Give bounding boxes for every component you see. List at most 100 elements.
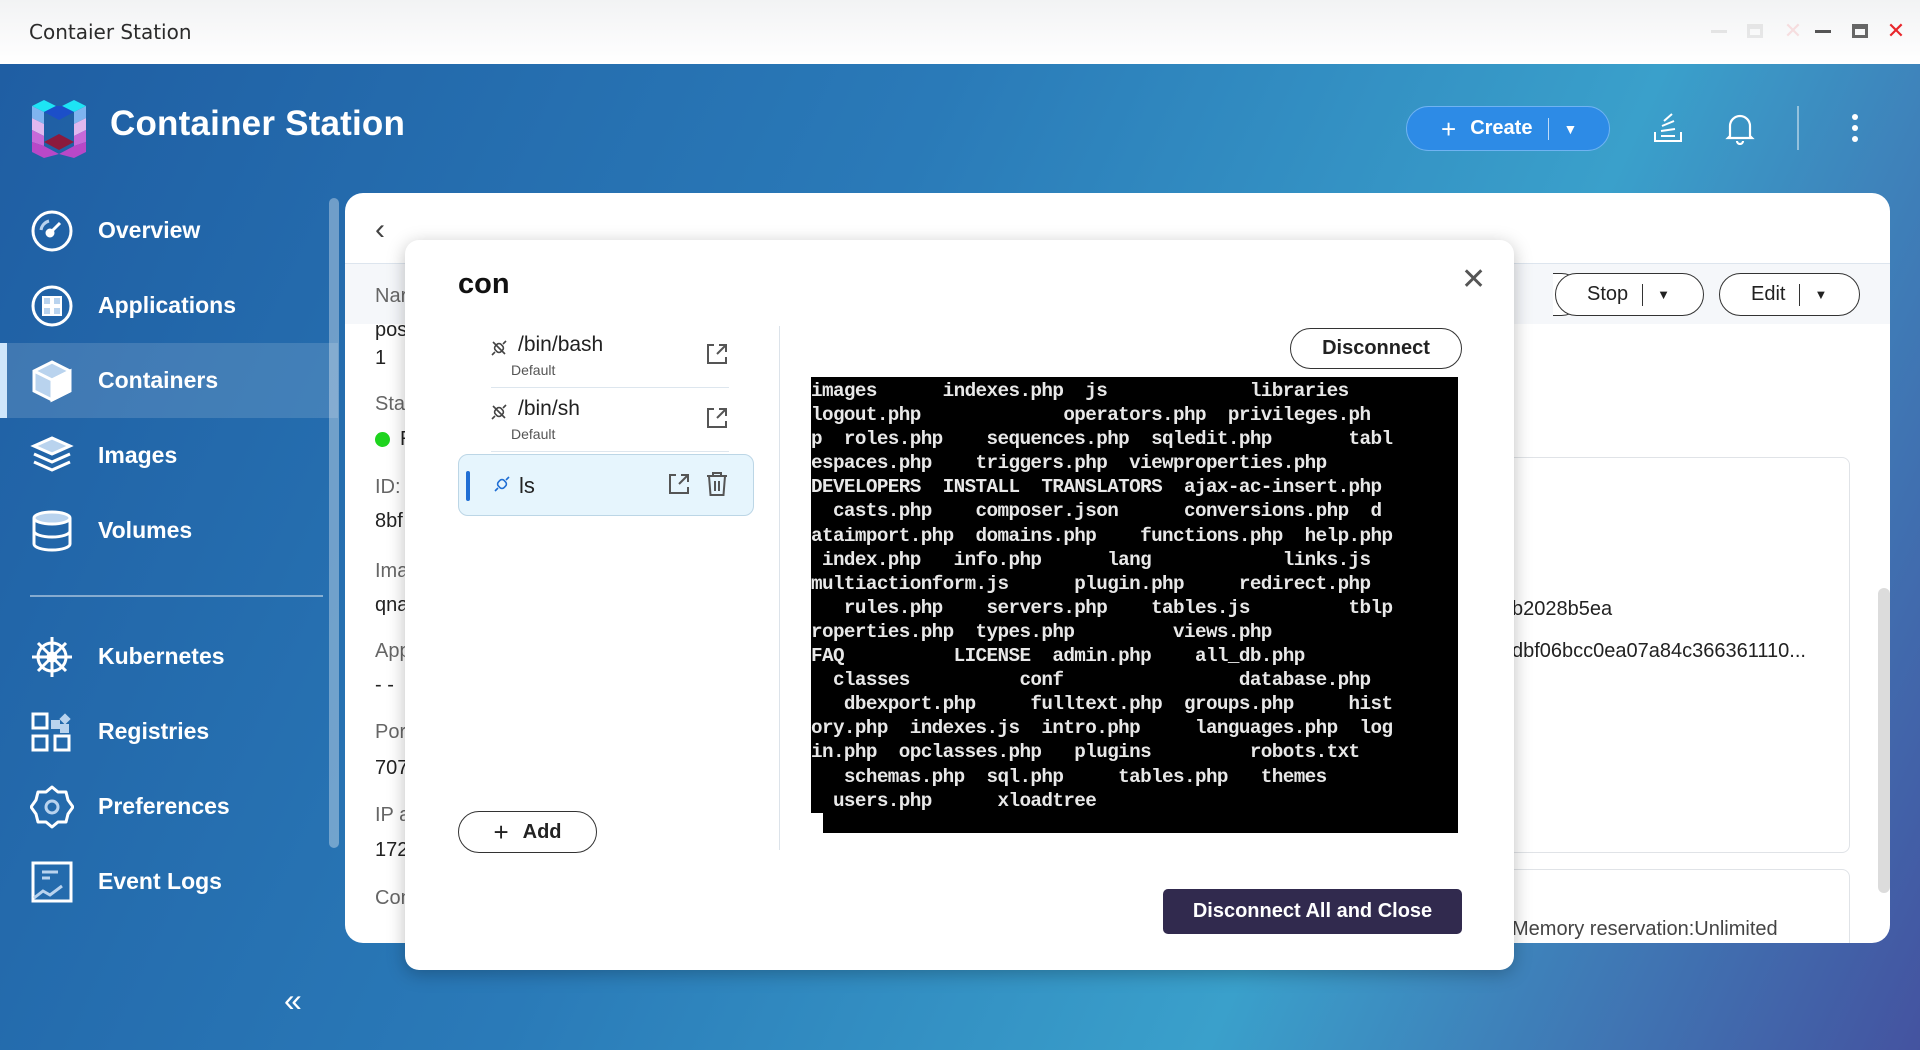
app-shell: Container Station + Create ▼ Overview Ap… bbox=[0, 64, 1920, 1050]
sidebar-item-preferences[interactable]: Preferences bbox=[0, 769, 338, 844]
disconnect-button[interactable]: Disconnect bbox=[1290, 328, 1462, 369]
maximize-icon bbox=[1742, 18, 1768, 44]
session-subtitle: Default bbox=[511, 362, 556, 378]
session-subtitle: Default bbox=[511, 426, 556, 442]
back-arrow-icon[interactable]: ‹ bbox=[375, 213, 385, 247]
field-label: Sta bbox=[375, 393, 406, 415]
plug-disconnected-icon bbox=[490, 339, 508, 362]
terminal-cursor bbox=[811, 812, 823, 833]
open-external-icon[interactable] bbox=[705, 406, 729, 430]
sidebar-item-overview[interactable]: Overview bbox=[0, 193, 338, 268]
stop-divider bbox=[1642, 283, 1644, 306]
close-icon: ✕ bbox=[1783, 18, 1803, 43]
image-digest-value: dbf06bcc0ea07a84c366361110... bbox=[1512, 640, 1806, 662]
memory-reservation: Memory reservation:Unlimited bbox=[1512, 918, 1778, 940]
sidebar-item-label: Kubernetes bbox=[98, 643, 225, 669]
sidebar-item-event-logs[interactable]: Event Logs bbox=[0, 844, 338, 919]
database-icon bbox=[29, 508, 75, 554]
vertical-scrollbar[interactable] bbox=[1878, 588, 1890, 893]
session-name: ls bbox=[519, 473, 535, 498]
more-vertical-icon[interactable] bbox=[1835, 108, 1875, 148]
terminal-output[interactable]: images indexes.php js libraries logout.ph… bbox=[811, 377, 1458, 833]
background-tasks-icon[interactable] bbox=[1648, 108, 1688, 148]
sidebar-item-label: Containers bbox=[98, 367, 219, 393]
field-value: - - bbox=[375, 674, 394, 696]
bell-icon[interactable] bbox=[1720, 108, 1760, 148]
create-label: Create bbox=[1470, 117, 1533, 139]
terminal-line: p roles.php sequences.php sqledit.php ta… bbox=[811, 428, 1393, 451]
gauge-icon bbox=[29, 208, 75, 254]
caret-down-icon[interactable]: ▼ bbox=[1814, 287, 1827, 302]
session-item-active[interactable]: ls bbox=[458, 454, 754, 516]
stop-label: Stop bbox=[1587, 283, 1629, 305]
window-minimize-button[interactable] bbox=[1810, 18, 1836, 44]
dialog-close-button[interactable]: ✕ bbox=[1461, 262, 1486, 297]
event-log-icon bbox=[29, 859, 75, 905]
edit-label: Edit bbox=[1751, 283, 1786, 305]
terminal-line: classes conf database.php bbox=[811, 669, 1371, 692]
trash-icon[interactable] bbox=[705, 471, 729, 497]
active-indicator bbox=[466, 471, 470, 501]
sidebar-item-label: Volumes bbox=[98, 517, 193, 543]
terminal-line: DEVELOPERS INSTALL TRANSLATORS ajax-ac-i… bbox=[811, 476, 1382, 499]
sidebar-item-kubernetes[interactable]: Kubernetes bbox=[0, 619, 338, 694]
open-external-icon[interactable] bbox=[705, 342, 729, 366]
field-label: Nar bbox=[375, 285, 408, 307]
field-value: 8bf bbox=[375, 510, 403, 532]
terminal-line: roperties.php types.php views.php bbox=[811, 620, 1272, 643]
session-item[interactable]: /bin/sh Default bbox=[458, 390, 754, 452]
field-value: 1 bbox=[375, 347, 387, 369]
sidebar-item-containers[interactable]: Containers bbox=[0, 343, 338, 418]
terminal-line: images indexes.php js libraries bbox=[811, 380, 1349, 402]
terminal-line: ataimport.php domains.php functions.php … bbox=[811, 524, 1393, 547]
caret-down-icon[interactable]: ▼ bbox=[1563, 121, 1577, 137]
apps-grid-icon bbox=[29, 283, 75, 329]
plus-icon: + bbox=[493, 817, 509, 847]
terminal-line: logout.php operators.php privileges.ph bbox=[811, 404, 1371, 427]
field-value: 172 bbox=[375, 839, 409, 861]
sidebar-item-volumes[interactable]: Volumes bbox=[0, 493, 338, 568]
session-name: /bin/sh bbox=[518, 397, 580, 420]
open-external-icon[interactable] bbox=[667, 472, 691, 496]
collapse-sidebar-button[interactable]: « bbox=[284, 982, 302, 1019]
plus-icon: + bbox=[1441, 113, 1457, 144]
add-session-button[interactable]: + Add bbox=[458, 811, 597, 853]
logo-icon bbox=[32, 100, 86, 158]
terminal-line: rules.php servers.php tables.js tblp bbox=[811, 596, 1393, 619]
terminal-line: in.php opclasses.php plugins robots.txt bbox=[811, 741, 1360, 764]
terminal-dialog: con ✕ /bin/bash Default /bin/sh Default bbox=[405, 240, 1514, 970]
sidebar-item-label: Overview bbox=[98, 217, 201, 243]
plug-disconnected-icon bbox=[490, 403, 508, 426]
helm-wheel-icon bbox=[29, 634, 75, 680]
field-label: Por bbox=[375, 721, 407, 743]
caret-down-icon[interactable]: ▼ bbox=[1657, 287, 1670, 302]
disconnect-all-and-close-button[interactable]: Disconnect All and Close bbox=[1163, 889, 1462, 934]
window-close-button[interactable]: ✕ bbox=[1883, 18, 1909, 44]
field-label: ID: bbox=[375, 476, 401, 498]
cube-icon bbox=[29, 358, 75, 404]
terminal-line: casts.php composer.json conversions.php … bbox=[811, 500, 1382, 523]
sidebar-item-applications[interactable]: Applications bbox=[0, 268, 338, 343]
window-titlebar: Contaier Station ✕ ✕ bbox=[0, 0, 1920, 64]
header-divider bbox=[1797, 106, 1799, 150]
dialog-title: con bbox=[458, 268, 510, 300]
create-divider bbox=[1548, 117, 1550, 140]
edit-button[interactable]: Edit ▼ bbox=[1719, 273, 1860, 316]
terminal-line: dbexport.php fulltext.php groups.php his… bbox=[811, 693, 1393, 716]
session-item[interactable]: /bin/bash Default bbox=[458, 326, 754, 388]
field-value: 707 bbox=[375, 757, 409, 779]
field-value: qna bbox=[375, 594, 409, 616]
window-restore-button[interactable] bbox=[1847, 18, 1873, 44]
stop-button[interactable]: Stop ▼ bbox=[1555, 273, 1704, 316]
plug-connected-icon bbox=[493, 475, 511, 498]
sidebar-item-registries[interactable]: Registries bbox=[0, 694, 338, 769]
settings-icon bbox=[29, 784, 75, 830]
edit-divider bbox=[1799, 283, 1801, 306]
sidebar-item-label: Registries bbox=[98, 718, 210, 744]
create-button[interactable]: + Create ▼ bbox=[1406, 106, 1610, 151]
registry-icon bbox=[29, 709, 75, 755]
app-title: Container Station bbox=[110, 104, 406, 143]
sidebar-item-images[interactable]: Images bbox=[0, 418, 338, 493]
field-label: Ima bbox=[375, 560, 409, 582]
status-dot-icon bbox=[375, 432, 390, 447]
